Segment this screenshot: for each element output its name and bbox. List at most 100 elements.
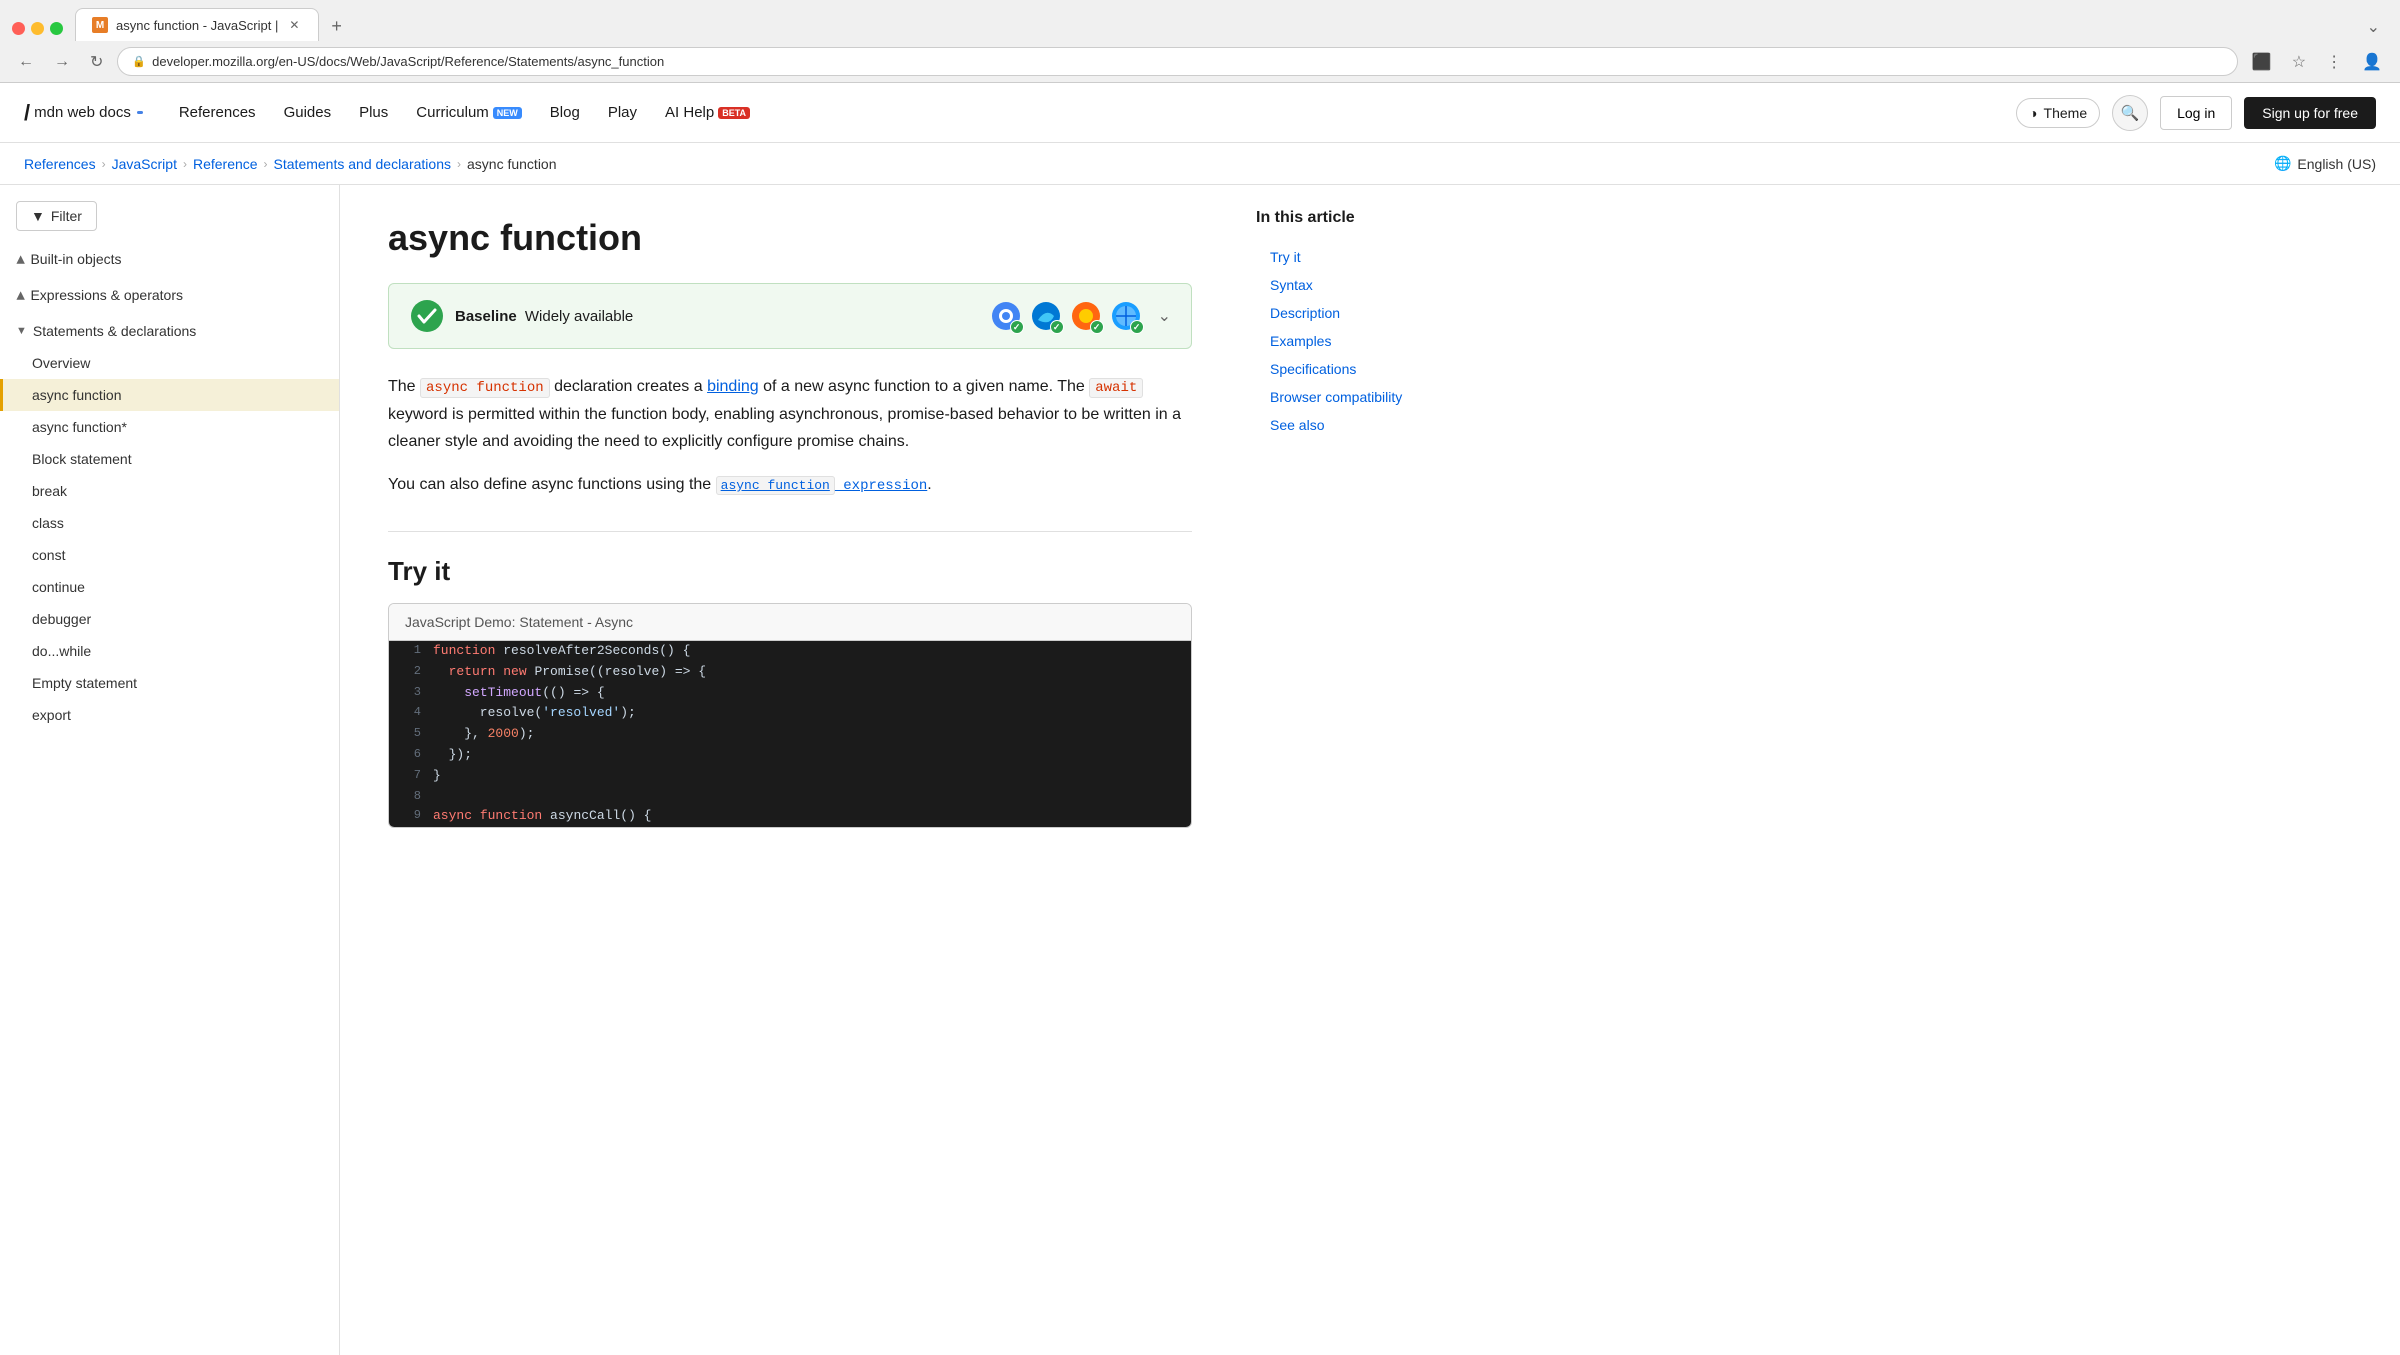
toc-item-browser-compat[interactable]: Browser compatibility: [1256, 383, 1444, 411]
back-button[interactable]: ←: [12, 49, 40, 75]
toc-item-see-also[interactable]: See also: [1256, 411, 1444, 439]
intro-paragraph-2: You can also define async functions usin…: [388, 471, 1192, 499]
edge-check-icon: ✓: [1050, 320, 1064, 334]
line-content-4: resolve('resolved');: [433, 703, 1175, 724]
nav-link-ai-help[interactable]: AI Help BETA: [653, 96, 762, 129]
sidebar-item-break[interactable]: break: [0, 475, 339, 507]
breadcrumb-reference[interactable]: Reference: [193, 156, 258, 172]
address-bar[interactable]: 🔒 developer.mozilla.org/en-US/docs/Web/J…: [117, 47, 2237, 76]
toc-item-try-it[interactable]: Try it: [1256, 243, 1444, 271]
search-button[interactable]: 🔍: [2112, 95, 2148, 131]
ai-help-badge: BETA: [718, 107, 750, 119]
sidebar-section-expressions-header[interactable]: ▶ Expressions & operators: [0, 279, 339, 311]
browser-icons: ✓ ✓ ✓: [990, 300, 1142, 332]
signup-button[interactable]: Sign up for free: [2244, 97, 2376, 129]
login-button[interactable]: Log in: [2160, 96, 2232, 130]
async-expression-link[interactable]: async_function expression: [716, 478, 928, 494]
tab-title: async function - JavaScript |: [116, 18, 278, 33]
mdn-logo-icon: /: [24, 100, 30, 126]
line-content-5: }, 2000);: [433, 724, 1175, 745]
line-content-2: return new Promise((resolve) => {: [433, 662, 1175, 683]
breadcrumb-javascript[interactable]: JavaScript: [112, 156, 177, 172]
browser-tab[interactable]: M async function - JavaScript | ✕: [75, 8, 319, 41]
line-content-3: setTimeout(() => {: [433, 683, 1175, 704]
line-num-9: 9: [405, 806, 433, 825]
window-close-button[interactable]: [12, 22, 25, 35]
nav-link-plus[interactable]: Plus: [347, 96, 400, 129]
sidebar-item-block-statement[interactable]: Block statement: [0, 443, 339, 475]
more-button[interactable]: ⋮: [2320, 48, 2348, 76]
sidebar-item-const[interactable]: const: [0, 539, 339, 571]
toc-title: In this article: [1256, 209, 1444, 227]
breadcrumb-current: async function: [467, 156, 557, 172]
nav-link-references[interactable]: References: [167, 96, 268, 129]
extensions-button[interactable]: ⬛: [2246, 48, 2278, 76]
profile-button[interactable]: 👤: [2356, 48, 2388, 76]
code-line-9: 9 async function asyncCall() {: [389, 806, 1191, 827]
safari-check-icon: ✓: [1130, 320, 1144, 334]
bookmark-button[interactable]: ☆: [2286, 48, 2312, 76]
sidebar-item-overview[interactable]: Overview: [0, 347, 339, 379]
line-num-8: 8: [405, 787, 433, 806]
nav-link-blog[interactable]: Blog: [538, 96, 592, 129]
forward-button[interactable]: →: [48, 49, 76, 75]
sidebar-item-continue[interactable]: continue: [0, 571, 339, 603]
theme-button[interactable]: ◑ Theme: [2016, 98, 2100, 128]
code-block: 1 function resolveAfter2Seconds() { 2 re…: [389, 641, 1191, 827]
window-maximize-button[interactable]: [50, 22, 63, 35]
new-tab-button[interactable]: +: [323, 12, 350, 41]
breadcrumb: References › JavaScript › Reference › St…: [0, 143, 2400, 185]
breadcrumb-statements[interactable]: Statements and declarations: [274, 156, 451, 172]
chevron-icon-3: ▼: [16, 325, 27, 337]
mdn-logo-text: mdn web docs: [34, 104, 131, 121]
filter-icon: ▼: [31, 208, 45, 224]
filter-button[interactable]: ▼ Filter: [16, 201, 97, 231]
baseline-box: Baseline Widely available ✓: [388, 283, 1192, 349]
refresh-button[interactable]: ↻: [84, 48, 109, 76]
sidebar-item-class[interactable]: class: [0, 507, 339, 539]
sidebar-section-statements-header[interactable]: ▼ Statements & declarations: [0, 315, 339, 347]
line-content-7: }: [433, 766, 1175, 787]
nav-link-guides[interactable]: Guides: [272, 96, 344, 129]
sidebar-item-async-function[interactable]: async function: [0, 379, 339, 411]
toc-item-specifications[interactable]: Specifications: [1256, 355, 1444, 383]
baseline-text: Baseline Widely available: [455, 308, 974, 325]
firefox-icon: ✓: [1070, 300, 1102, 332]
sidebar-section-expressions: ▶ Expressions & operators: [0, 279, 339, 311]
sidebar-section-built-in: ▶ Built-in objects: [0, 243, 339, 275]
mdn-logo[interactable]: / mdn web docs: [24, 100, 143, 126]
chrome-icon: ✓: [990, 300, 1022, 332]
tab-dropdown-button[interactable]: ⌄: [2359, 13, 2388, 41]
breadcrumb-sep-1: ›: [102, 157, 106, 171]
sidebar-item-async-function-gen[interactable]: async function*: [0, 411, 339, 443]
toc-item-description[interactable]: Description: [1256, 299, 1444, 327]
breadcrumb-references[interactable]: References: [24, 156, 96, 172]
code-line-2: 2 return new Promise((resolve) => {: [389, 662, 1191, 683]
sidebar-item-export[interactable]: export: [0, 699, 339, 731]
baseline-expand-button[interactable]: ⌄: [1158, 306, 1171, 326]
nav-link-play[interactable]: Play: [596, 96, 649, 129]
page-title: async function: [388, 217, 1192, 259]
sidebar-item-debugger[interactable]: debugger: [0, 603, 339, 635]
firefox-check-icon: ✓: [1090, 320, 1104, 334]
window-minimize-button[interactable]: [31, 22, 44, 35]
nav-link-curriculum[interactable]: Curriculum NEW: [404, 96, 534, 129]
line-content-9: async function asyncCall() {: [433, 806, 1175, 827]
lock-icon: 🔒: [132, 55, 146, 68]
tab-close-button[interactable]: ✕: [286, 17, 302, 33]
code-line-4: 4 resolve('resolved');: [389, 703, 1191, 724]
language-button[interactable]: 🌐 English (US): [2274, 155, 2376, 172]
theme-icon: ◑: [2029, 105, 2037, 121]
sidebar-item-empty-statement[interactable]: Empty statement: [0, 667, 339, 699]
code-line-6: 6 });: [389, 745, 1191, 766]
binding-link[interactable]: binding: [707, 378, 759, 395]
toc-item-syntax[interactable]: Syntax: [1256, 271, 1444, 299]
main-layout: ▼ Filter ▶ Built-in objects ▶ Expression…: [0, 185, 2400, 1355]
code-line-1: 1 function resolveAfter2Seconds() {: [389, 641, 1191, 662]
curriculum-badge: NEW: [493, 107, 522, 119]
breadcrumb-sep-3: ›: [264, 157, 268, 171]
sidebar-item-do-while[interactable]: do...while: [0, 635, 339, 667]
line-num-2: 2: [405, 662, 433, 681]
toc-item-examples[interactable]: Examples: [1256, 327, 1444, 355]
sidebar-section-built-in-header[interactable]: ▶ Built-in objects: [0, 243, 339, 275]
